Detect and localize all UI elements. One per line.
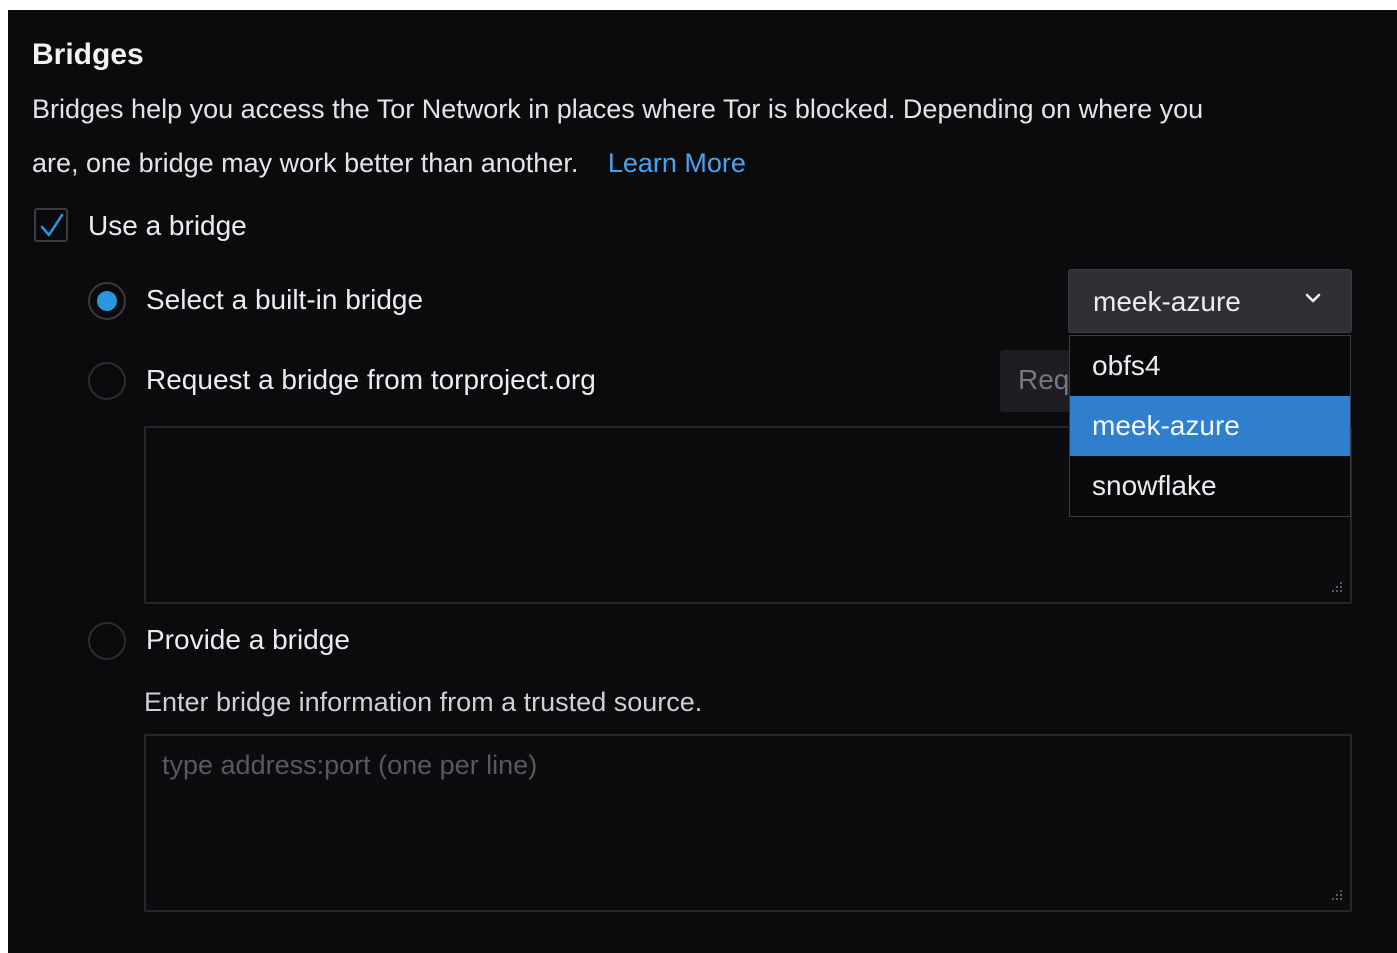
bridges-panel: Bridges Bridges help you access the Tor … — [8, 10, 1397, 953]
chevron-down-icon — [1305, 293, 1321, 303]
select-value: meek-azure — [1093, 286, 1241, 317]
builtin-bridge-select[interactable]: meek-azure — [1068, 269, 1352, 333]
bridge-select-dropdown: obfs4 meek-azure snowflake — [1069, 335, 1351, 517]
dropdown-option-snowflake[interactable]: snowflake — [1070, 456, 1350, 516]
use-bridge-checkbox[interactable] — [34, 208, 68, 242]
section-description-line2: are, one bridge may work better than ano… — [32, 148, 746, 179]
use-bridge-label: Use a bridge — [88, 210, 247, 241]
dropdown-option-meek-azure[interactable]: meek-azure — [1070, 396, 1350, 456]
radio-selected-dot — [97, 291, 117, 311]
checkmark-icon — [40, 213, 64, 237]
radio-request-bridge[interactable] — [88, 362, 126, 400]
radio-provide-bridge[interactable] — [88, 622, 126, 660]
builtin-bridge-label: Select a built-in bridge — [146, 284, 424, 315]
provide-bridge-label: Provide a bridge — [146, 624, 350, 655]
request-bridge-label: Request a bridge from torproject.org — [146, 364, 596, 395]
dropdown-option-obfs4[interactable]: obfs4 — [1070, 336, 1350, 396]
radio-builtin-bridge[interactable] — [88, 282, 126, 320]
provide-bridge-textarea[interactable]: type address:port (one per line) — [144, 734, 1352, 912]
learn-more-link[interactable]: Learn More — [608, 148, 746, 178]
request-button-label: Req — [1018, 364, 1070, 395]
section-title: Bridges — [32, 38, 144, 71]
description-text: are, one bridge may work better than ano… — [32, 148, 579, 178]
resize-grip-icon[interactable] — [1328, 580, 1344, 596]
resize-grip-icon[interactable] — [1328, 888, 1344, 904]
provide-bridge-placeholder: type address:port (one per line) — [162, 750, 538, 780]
provide-bridge-hint: Enter bridge information from a trusted … — [144, 687, 703, 717]
section-description-line1: Bridges help you access the Tor Network … — [32, 94, 1204, 124]
